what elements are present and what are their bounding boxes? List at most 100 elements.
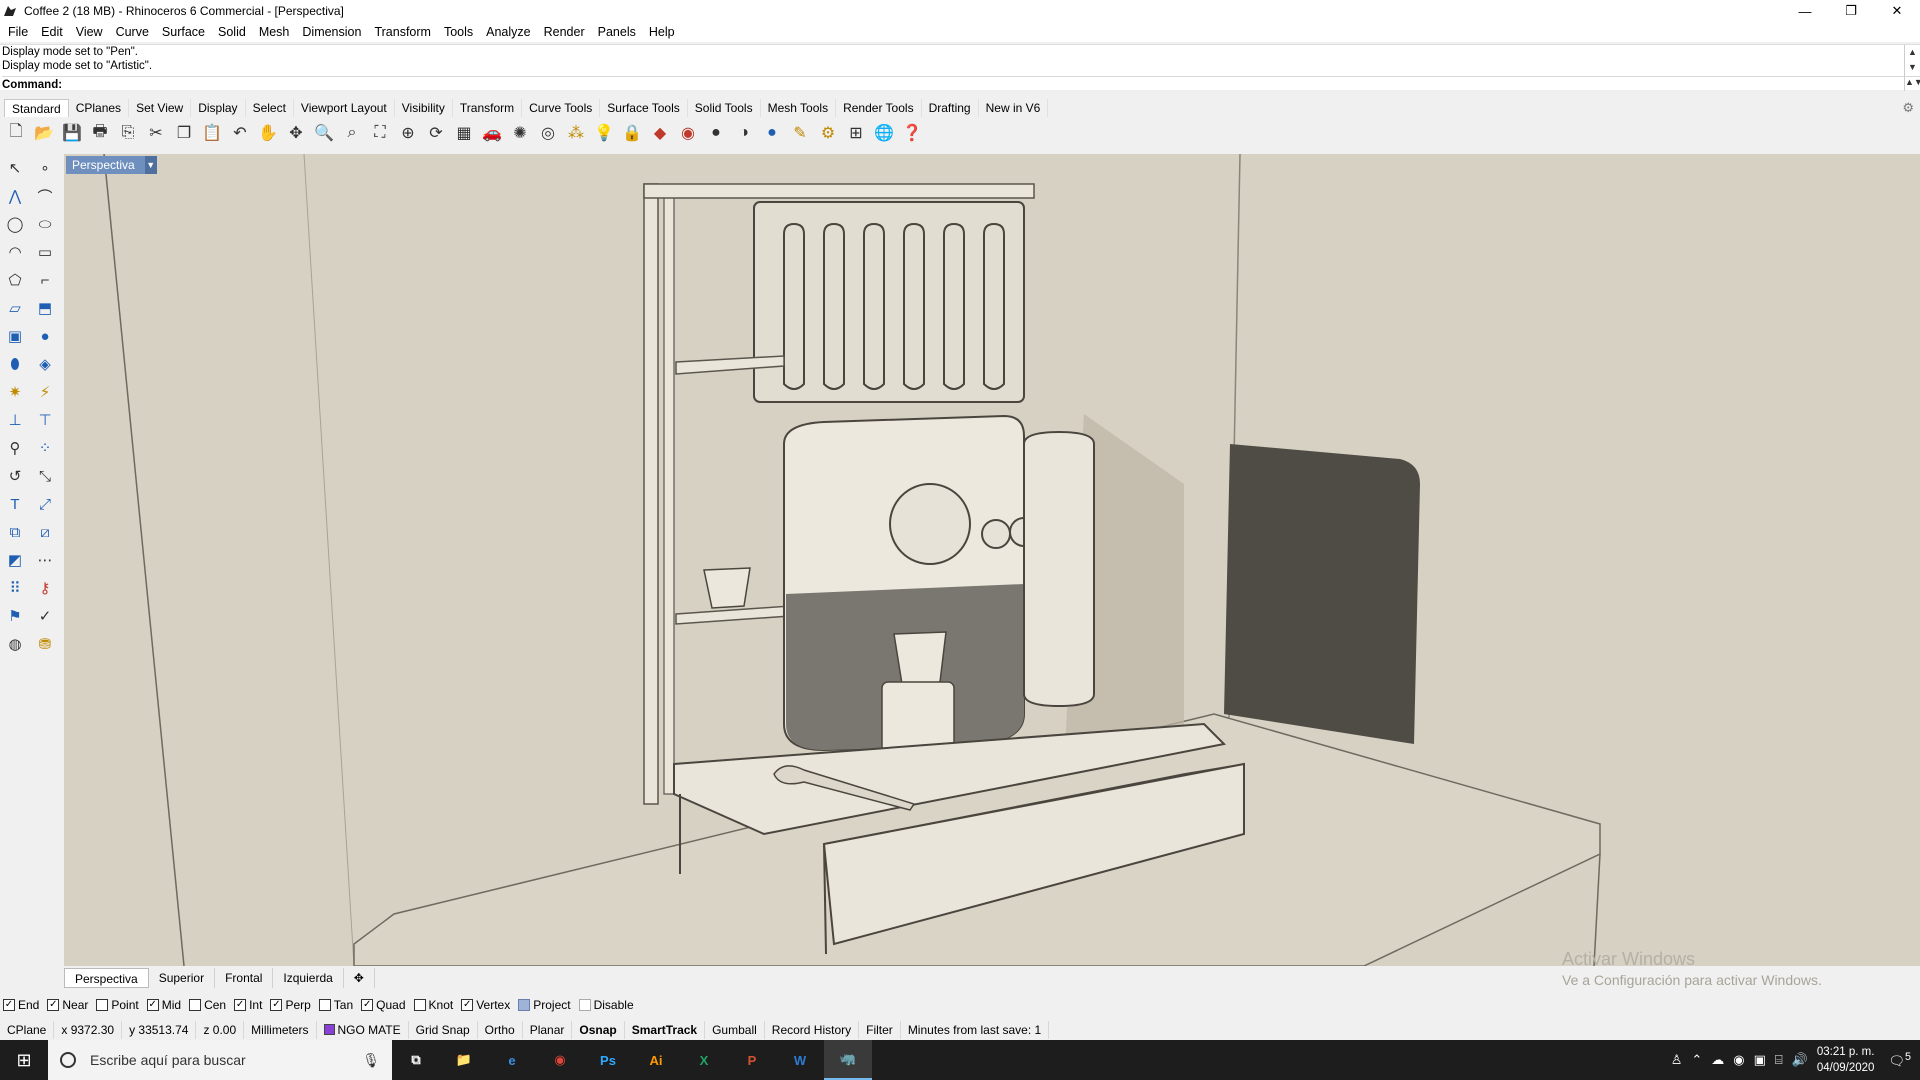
- move-view-icon[interactable]: ✥: [284, 121, 308, 145]
- checkbox-checked[interactable]: ✓: [270, 999, 283, 1011]
- tab-display[interactable]: Display: [191, 99, 246, 117]
- osnap-near[interactable]: ✓ Near: [47, 998, 88, 1012]
- sphere-icon[interactable]: ●: [33, 324, 57, 348]
- tab-new-in-v6[interactable]: New in V6: [979, 99, 1049, 117]
- photoshop-app[interactable]: Ps: [584, 1040, 632, 1080]
- group-icon[interactable]: ⧉: [3, 520, 27, 544]
- polyline-icon[interactable]: ⋀: [3, 184, 27, 208]
- tray-app-icon[interactable]: ☁: [1711, 1052, 1724, 1068]
- gumball-icon[interactable]: ⚷: [33, 576, 57, 600]
- ortho-toggle[interactable]: Ortho: [478, 1021, 523, 1039]
- people-icon[interactable]: ♙: [1671, 1052, 1683, 1068]
- gear-icon[interactable]: ⚙: [1902, 100, 1914, 116]
- print-icon[interactable]: 🖶: [88, 121, 112, 145]
- osnap-tan[interactable]: Tan: [318, 998, 353, 1012]
- tab-curve-tools[interactable]: Curve Tools: [522, 99, 601, 117]
- word-app[interactable]: W: [776, 1040, 824, 1080]
- restore-button[interactable]: ❐: [1828, 0, 1874, 22]
- viewport-layout-icon[interactable]: ▦: [452, 121, 476, 145]
- select-arrow-icon[interactable]: ↖: [3, 156, 27, 180]
- menu-mesh[interactable]: Mesh: [259, 25, 290, 39]
- checkbox-checked[interactable]: ✓: [146, 999, 159, 1011]
- lock-icon[interactable]: 🔒: [620, 121, 644, 145]
- boolean-icon[interactable]: ◈: [33, 352, 57, 376]
- checkbox-checked[interactable]: ✓: [361, 999, 374, 1011]
- viewport-title[interactable]: Perspectiva ▼: [66, 156, 157, 174]
- zoom-window-icon[interactable]: ⌕: [340, 121, 364, 145]
- color-wheel-icon[interactable]: ◉: [676, 121, 700, 145]
- windows-start-icon[interactable]: ⊞: [0, 1040, 48, 1080]
- ruler-icon[interactable]: ⋯: [33, 548, 57, 572]
- help-icon[interactable]: ❓: [900, 121, 924, 145]
- menu-transform[interactable]: Transform: [374, 25, 431, 39]
- new-file-icon[interactable]: 🗋: [4, 121, 28, 145]
- tab-solid-tools[interactable]: Solid Tools: [688, 99, 761, 117]
- layer-icon[interactable]: ◆: [648, 121, 672, 145]
- rotate-icon[interactable]: ↺: [3, 464, 27, 488]
- minimize-button[interactable]: —: [1782, 0, 1828, 22]
- fillet-curve-icon[interactable]: ⌐: [33, 268, 57, 292]
- align-icon[interactable]: ⊤: [33, 408, 57, 432]
- smarttrack-toggle[interactable]: SmartTrack: [625, 1021, 706, 1039]
- cplane-icon[interactable]: ◎: [536, 121, 560, 145]
- osnap-project[interactable]: Project: [518, 998, 571, 1012]
- taskbar-search[interactable]: Escribe aquí para buscar 🎙: [48, 1040, 392, 1080]
- menu-edit[interactable]: Edit: [41, 25, 63, 39]
- select-points-icon[interactable]: ⁂: [564, 121, 588, 145]
- transform-icon[interactable]: ⊥: [3, 408, 27, 432]
- osnap-vertex[interactable]: ✓ Vertex: [461, 998, 510, 1012]
- units-label[interactable]: Millimeters: [244, 1021, 317, 1039]
- ellipse-icon[interactable]: ⬭: [33, 212, 57, 236]
- checkbox-checked[interactable]: ✓: [47, 999, 60, 1011]
- material-sphere-icon[interactable]: ●: [704, 121, 728, 145]
- tab-visibility[interactable]: Visibility: [395, 99, 453, 117]
- rectangle-icon[interactable]: ▭: [33, 240, 57, 264]
- tab-viewport-layout[interactable]: Viewport Layout: [294, 99, 395, 117]
- chevron-down-icon[interactable]: ▼: [144, 156, 157, 174]
- tab-drafting[interactable]: Drafting: [922, 99, 979, 117]
- osnap-end[interactable]: ✓ End: [3, 998, 39, 1012]
- surface-icon[interactable]: ▱: [3, 296, 27, 320]
- osnap-int[interactable]: ✓ Int: [234, 998, 262, 1012]
- menu-analyze[interactable]: Analyze: [486, 25, 530, 39]
- planar-toggle[interactable]: Planar: [523, 1021, 573, 1039]
- osnap-perp[interactable]: ✓ Perp: [270, 998, 311, 1012]
- menu-panels[interactable]: Panels: [598, 25, 636, 39]
- globe-icon[interactable]: 🌐: [872, 121, 896, 145]
- menu-surface[interactable]: Surface: [162, 25, 205, 39]
- undo-icon[interactable]: ↶: [228, 121, 252, 145]
- osnap-knot[interactable]: Knot: [413, 998, 453, 1012]
- extrude-icon[interactable]: ⬒: [33, 296, 57, 320]
- tab-mesh-tools[interactable]: Mesh Tools: [761, 99, 837, 117]
- osnap-cen[interactable]: Cen: [189, 998, 226, 1012]
- cplane-label[interactable]: CPlane: [0, 1021, 55, 1039]
- circle-icon[interactable]: ◯: [3, 212, 27, 236]
- checkbox-unchecked[interactable]: [96, 999, 109, 1011]
- copy-icon[interactable]: ❐: [172, 121, 196, 145]
- edge-icon[interactable]: e: [488, 1040, 536, 1080]
- record-history-toggle[interactable]: Record History: [765, 1021, 860, 1039]
- tab-render-tools[interactable]: Render Tools: [836, 99, 922, 117]
- curve-icon[interactable]: ⌒: [33, 184, 57, 208]
- illustrator-app[interactable]: Ai: [632, 1040, 680, 1080]
- zoom-selected-icon[interactable]: ⊕: [396, 121, 420, 145]
- menu-help[interactable]: Help: [649, 25, 675, 39]
- menu-tools[interactable]: Tools: [444, 25, 473, 39]
- analyze-icon[interactable]: ⚲: [3, 436, 27, 460]
- save-icon[interactable]: 💾: [60, 121, 84, 145]
- osnap-disable[interactable]: Disable: [578, 998, 634, 1012]
- command-prompt[interactable]: Command:: [2, 76, 1920, 91]
- excel-app[interactable]: X: [680, 1040, 728, 1080]
- cube-icon[interactable]: ◩: [3, 548, 27, 572]
- shaded-sphere-icon[interactable]: ◑: [732, 121, 756, 145]
- osnap-point[interactable]: Point: [96, 998, 139, 1012]
- close-button[interactable]: ✕: [1874, 0, 1920, 22]
- options-icon[interactable]: ✎: [788, 121, 812, 145]
- notifications-icon[interactable]: 🗨5: [1888, 1051, 1911, 1069]
- taskbar-clock[interactable]: 03:21 p. m. 04/09/2020: [1817, 1044, 1875, 1076]
- checkbox-unchecked[interactable]: [413, 999, 426, 1011]
- tab-set-view[interactable]: Set View: [129, 99, 192, 117]
- open-file-icon[interactable]: 📂: [32, 121, 56, 145]
- cylinder-icon[interactable]: ⬮: [3, 352, 27, 376]
- menu-curve[interactable]: Curve: [116, 25, 149, 39]
